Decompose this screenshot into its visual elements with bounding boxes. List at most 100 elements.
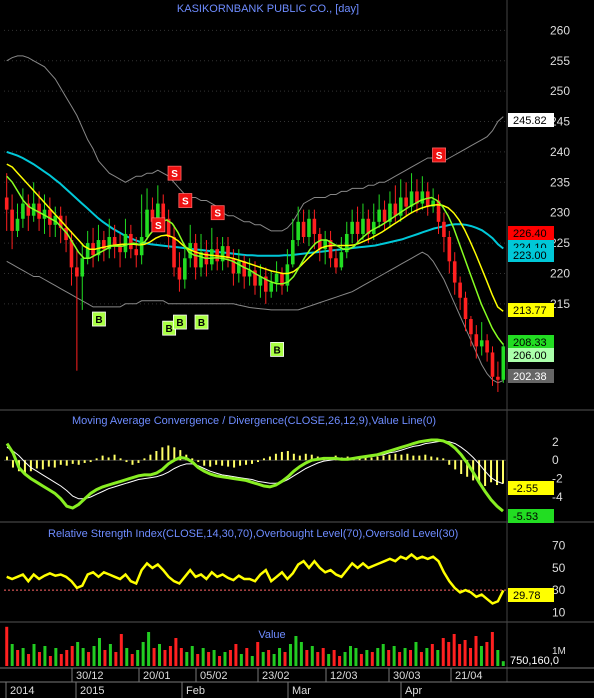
volume-bar: [76, 642, 80, 666]
sell-signal-label-1: S: [171, 169, 178, 180]
x-period-label-0: 2014: [10, 685, 34, 697]
volume-bar: [97, 638, 101, 666]
volume-bar: [403, 648, 407, 666]
candle-body: [80, 258, 85, 277]
candle-body: [458, 282, 462, 298]
macd-tick-label-2: 0: [552, 453, 559, 467]
rsi-tag-text-0: 29.78: [513, 590, 541, 602]
volume-bar: [354, 648, 358, 666]
volume-bar: [223, 652, 227, 666]
volume-bar: [174, 638, 178, 666]
volume-bar: [288, 644, 292, 666]
volume-bar: [501, 661, 505, 666]
volume-bar: [343, 652, 347, 666]
candle-body: [118, 246, 122, 253]
buy-signal-label-5: B: [95, 315, 102, 326]
volume-bar: [316, 652, 320, 666]
price-tag-text-1: 226.40: [513, 228, 547, 240]
candle-body: [334, 258, 338, 268]
price-tag-text-6: 206.00: [513, 350, 547, 362]
volume-bar: [250, 656, 254, 666]
candle-body: [75, 267, 79, 277]
volume-bar: [458, 644, 462, 666]
volume-bar: [463, 640, 467, 666]
volume-bar: [387, 650, 391, 666]
volume-panel-label: Value: [258, 629, 285, 641]
volume-bar: [168, 646, 172, 666]
volume-bar: [32, 644, 36, 666]
price-tick-label-8: 255: [550, 54, 570, 68]
candle-body: [463, 297, 468, 320]
candle-body: [69, 240, 74, 268]
rsi-panel-label: Relative Strength Index(CLOSE,14,30,70),…: [48, 528, 458, 540]
volume-bar: [436, 650, 440, 666]
candle-body: [123, 233, 128, 253]
volume-bar: [469, 648, 473, 666]
volume-bar: [114, 652, 118, 666]
price-tick-label-3: 230: [550, 206, 570, 220]
price-tick-label-7: 250: [550, 84, 570, 98]
candle-body: [290, 240, 295, 265]
volume-bar: [239, 654, 243, 666]
candle-body: [452, 261, 457, 283]
volume-bar: [392, 646, 396, 666]
candle-body: [307, 218, 311, 237]
volume-bar: [267, 650, 271, 666]
volume-bar: [228, 650, 232, 666]
volume-bar: [201, 648, 205, 666]
volume-bar: [136, 650, 140, 666]
volume-bar: [65, 650, 69, 666]
volume-bar: [474, 636, 478, 666]
volume-bar: [376, 648, 380, 666]
candle-body: [4, 197, 9, 210]
sell-signal-label-2: S: [182, 197, 189, 208]
volume-bar: [59, 654, 63, 666]
volume-bar: [81, 648, 85, 666]
candle-body: [377, 209, 381, 222]
x-period-label-1: 2015: [80, 685, 104, 697]
buy-signal-label-6: B: [166, 324, 173, 335]
volume-bar: [305, 650, 309, 666]
x-date-label-5: 30/03: [393, 670, 421, 682]
sell-signal-label-3: S: [214, 209, 221, 220]
price-tick-label-4: 235: [550, 175, 570, 189]
volume-bar: [398, 652, 402, 666]
volume-bar: [294, 636, 298, 666]
candle-body: [479, 340, 484, 347]
volume-bar: [261, 652, 265, 666]
x-date-label-2: 05/02: [200, 670, 228, 682]
macd-panel-label: Moving Average Convergence / Divergence(…: [72, 415, 436, 427]
volume-bar: [190, 646, 194, 666]
candle-body: [355, 221, 360, 234]
volume-bar: [256, 642, 260, 666]
candle-body: [10, 209, 14, 231]
volume-bar: [212, 650, 216, 666]
volume-bar: [207, 652, 211, 666]
volume-bar: [179, 648, 183, 666]
price-tag-text-3: 223.00: [513, 250, 547, 262]
rsi-tick-label-0: 10: [552, 605, 566, 619]
candle-body: [242, 261, 247, 277]
volume-bar: [43, 646, 47, 666]
candle-body: [183, 258, 187, 280]
candle-body: [85, 243, 90, 259]
volume-bar: [54, 648, 58, 666]
stock-chart: SSSSSBBB BB 21522022523023524024525025526…: [0, 0, 594, 698]
price-tag-text-0: 245.82: [513, 115, 547, 127]
buy-signal-label-7: B: [176, 318, 183, 329]
volume-bar: [278, 648, 282, 666]
volume-bar: [310, 646, 314, 666]
volume-bar: [218, 656, 222, 666]
x-period-label-4: Apr: [405, 685, 422, 697]
volume-bar: [147, 632, 151, 666]
volume-bar: [152, 648, 156, 666]
x-date-label-4: 12/03: [330, 670, 358, 682]
volume-bar: [103, 650, 107, 666]
macd-tag-text-0: -2.55: [513, 483, 538, 495]
candle-body: [496, 376, 500, 380]
volume-bar: [272, 654, 276, 666]
volume-bar: [87, 652, 91, 666]
price-tick-label-1: 220: [550, 266, 570, 280]
x-period-label-2: Feb: [186, 685, 205, 697]
volume-bar: [163, 650, 167, 666]
